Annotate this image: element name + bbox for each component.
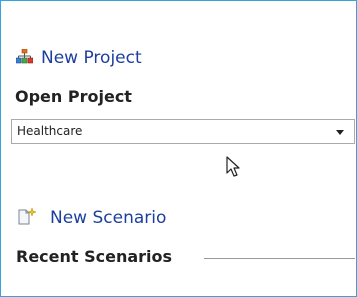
mouse-pointer-icon xyxy=(226,156,240,182)
org-chart-icon xyxy=(15,48,34,68)
chevron-down-icon[interactable] xyxy=(336,130,344,135)
project-select-value: Healthcare xyxy=(17,124,83,138)
section-divider xyxy=(204,258,355,259)
new-scenario-link[interactable]: New Scenario xyxy=(17,207,166,229)
recent-scenarios-heading: Recent Scenarios xyxy=(16,247,173,266)
project-select[interactable]: Healthcare xyxy=(11,119,355,144)
start-panel: New Project Open Project Healthcare New … xyxy=(0,0,357,297)
open-project-heading: Open Project xyxy=(15,87,132,106)
new-document-icon xyxy=(17,207,37,229)
new-project-label[interactable]: New Project xyxy=(41,48,142,68)
new-scenario-label[interactable]: New Scenario xyxy=(50,208,166,228)
new-project-link[interactable]: New Project xyxy=(15,48,142,68)
